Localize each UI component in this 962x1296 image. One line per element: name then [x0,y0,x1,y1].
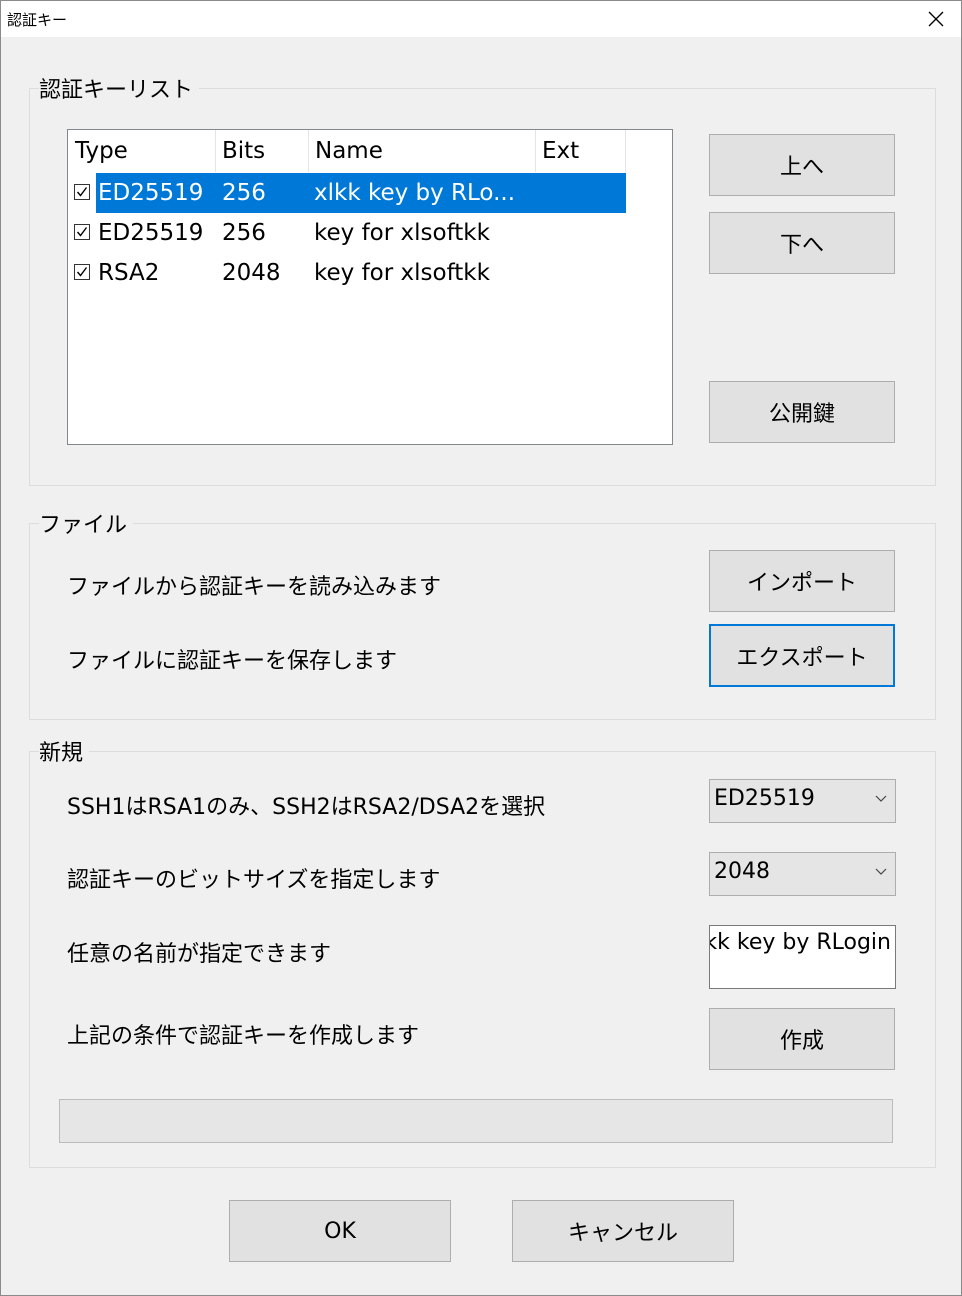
cell-type: ED25519 [98,180,204,206]
key-list-row[interactable]: ED25519 256 xlkk key by RLo... [68,173,672,213]
row-checkbox[interactable] [74,264,90,280]
key-list-header: Type Bits Name Ext [68,130,672,172]
import-button[interactable]: インポート [709,550,895,612]
key-bits-description: 認証キーのビットサイズを指定します [67,868,441,893]
column-header-bits[interactable]: Bits [215,130,308,172]
cell-type: RSA2 [98,260,160,286]
cell-name: key for xlsoftkk [314,220,490,246]
new-key-group-label: 新規 [39,735,90,767]
key-type-description: SSH1はRSA1のみ、SSH2はRSA2/DSA2を選択 [67,795,546,820]
dialog-window: 認証キー 認証キーリスト Type Bits Name Ext ED25519 … [0,0,962,1296]
key-list-row[interactable]: RSA2 2048 key for xlsoftkk [68,253,672,293]
key-name-field[interactable]: xlkk key by RLogin [709,925,896,989]
column-header-type[interactable]: Type [68,130,215,172]
checkmark-icon [76,267,88,277]
key-type-select[interactable]: ED25519 [709,779,896,823]
cancel-button[interactable]: キャンセル [512,1200,734,1262]
progress-bar [59,1099,893,1143]
cell-name: key for xlsoftkk [314,260,490,286]
key-list-row[interactable]: ED25519 256 key for xlsoftkk [68,213,672,253]
import-description: ファイルから認証キーを読み込みます [67,575,442,600]
checkmark-icon [76,187,88,197]
close-icon [928,11,944,27]
create-button[interactable]: 作成 [709,1008,895,1070]
key-type-value: ED25519 [714,786,815,811]
key-name-description: 任意の名前が指定できます [67,942,332,967]
title-bar: 認証キー [1,1,961,37]
ok-button[interactable]: OK [229,1200,451,1262]
export-button[interactable]: エクスポート [709,624,895,687]
move-up-button[interactable]: 上へ [709,134,895,196]
column-header-ext[interactable]: Ext [535,130,625,172]
row-checkbox[interactable] [74,184,90,200]
chevron-down-icon [875,868,887,875]
chevron-down-icon [875,795,887,802]
export-description: ファイルに認証キーを保存します [67,649,398,674]
key-bits-select[interactable]: 2048 [709,852,896,896]
cell-bits: 2048 [222,260,281,286]
key-name-value: xlkk key by RLogin [710,930,891,955]
public-key-button[interactable]: 公開鍵 [709,381,895,443]
window-title: 認証キー [7,11,68,29]
keylist-group-label: 認証キーリスト [39,72,200,104]
move-down-button[interactable]: 下へ [709,212,895,274]
key-list[interactable]: Type Bits Name Ext ED25519 256 xlkk key … [67,129,673,445]
cell-name: xlkk key by RLo... [314,180,516,206]
row-checkbox[interactable] [74,224,90,240]
cell-bits: 256 [222,220,266,246]
checkmark-icon [76,227,88,237]
cell-bits: 256 [222,180,266,206]
cell-type: ED25519 [98,220,204,246]
create-description: 上記の条件で認証キーを作成します [67,1024,420,1049]
column-header-name[interactable]: Name [308,130,535,172]
close-button[interactable] [911,1,961,37]
key-bits-value: 2048 [714,859,770,884]
file-group-label: ファイル [39,507,134,539]
